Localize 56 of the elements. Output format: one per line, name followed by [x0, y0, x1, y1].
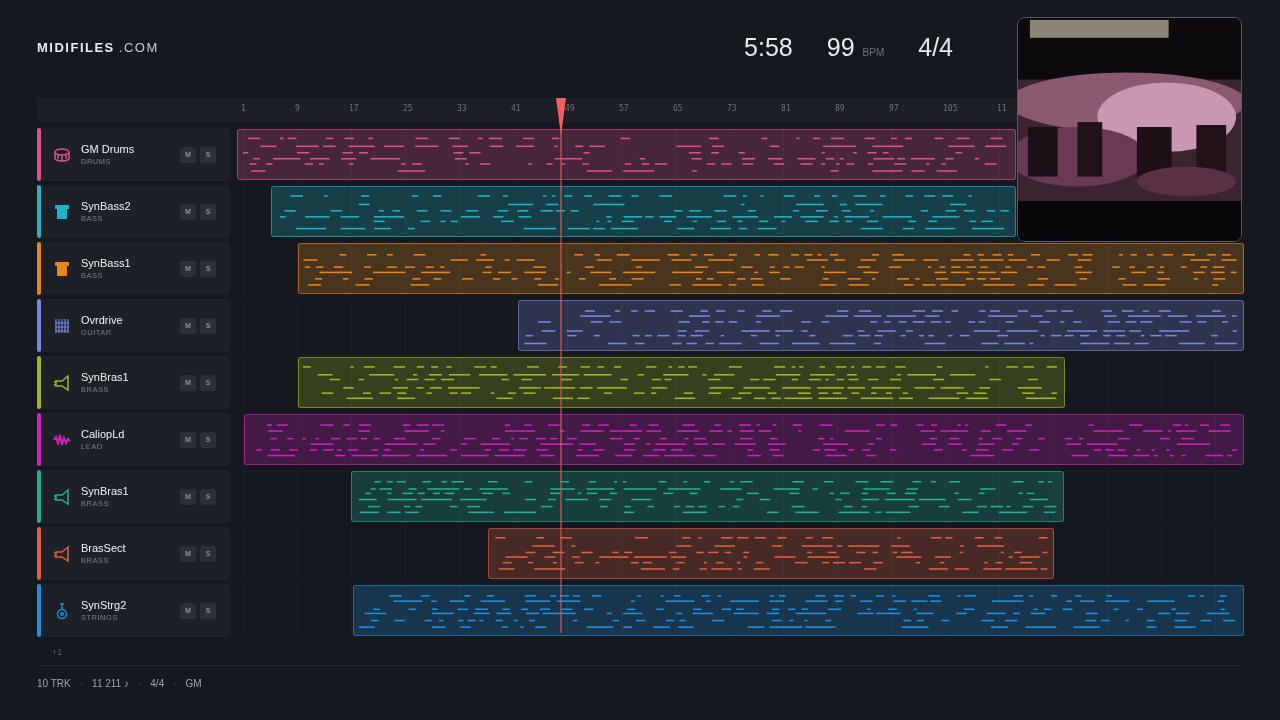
- track-name: Ovrdrive: [81, 314, 123, 326]
- track-name: SynBras1: [81, 485, 129, 497]
- horn-icon: [53, 544, 71, 563]
- bar-number: 57: [619, 104, 629, 113]
- bar-number: 97: [889, 104, 899, 113]
- track-name: SynStrg2: [81, 599, 127, 611]
- more-tracks-count[interactable]: +1: [52, 647, 1245, 661]
- bar-number: 9: [295, 104, 300, 113]
- status-item: 4/4: [150, 678, 165, 689]
- track-name: SynBass1: [81, 257, 131, 269]
- drum-icon: [53, 145, 71, 164]
- midi-clip[interactable]: [271, 186, 1017, 237]
- status-item: 11 211 ♪: [92, 678, 129, 689]
- site-logo[interactable]: MIDIFILES: [37, 40, 115, 55]
- tempo-value: 99: [826, 33, 855, 61]
- status-item: GM: [185, 678, 202, 689]
- grid-icon: [53, 316, 71, 335]
- midi-clip[interactable]: [298, 357, 1065, 408]
- bar-number: 1: [241, 104, 246, 113]
- bass-amp-icon: [53, 259, 71, 278]
- bar-number: 41: [511, 104, 521, 113]
- track-name: BrasSect: [81, 542, 126, 554]
- song-duration: 5:58: [744, 33, 793, 62]
- bar-number: 73: [727, 104, 737, 113]
- bar-number: 33: [457, 104, 467, 113]
- timeline-ruler[interactable]: 1 9 17 25 33 41 49 57 65 73 81 89 97 105 11: [37, 98, 1017, 122]
- track-name: SynBras1: [81, 371, 129, 383]
- site-domain: .COM: [118, 40, 159, 55]
- midi-clip[interactable]: [350, 471, 1064, 522]
- bass-amp-icon: [53, 202, 71, 221]
- bar-number: 17: [349, 104, 359, 113]
- track-name: GM Drums: [81, 143, 135, 155]
- midi-clip[interactable]: [244, 414, 1244, 465]
- bar-number: 49: [565, 104, 575, 113]
- separator-dot: ·: [79, 678, 84, 689]
- track-name: SynBass2: [81, 200, 131, 212]
- bar-number: 25: [403, 104, 413, 113]
- bar-number: 89: [835, 104, 845, 113]
- status-item: 10 TRK: [37, 678, 71, 689]
- midi-clip[interactable]: [298, 243, 1244, 294]
- midi-clip[interactable]: [237, 129, 1017, 180]
- bar-number: 65: [673, 104, 683, 113]
- time-signature: 4/4: [918, 33, 953, 62]
- bar-number: 105: [943, 104, 958, 113]
- horn-icon: [53, 487, 71, 506]
- tempo-unit: BPM: [862, 47, 885, 58]
- bar-number: 81: [781, 104, 791, 113]
- midi-clip[interactable]: [352, 585, 1244, 636]
- horn-icon: [53, 373, 71, 392]
- midi-clip[interactable]: [518, 300, 1244, 351]
- bar-number: 11: [997, 104, 1007, 113]
- separator-dot: ·: [173, 678, 177, 689]
- playhead[interactable]: [555, 98, 566, 633]
- separator-dot: ·: [137, 678, 142, 689]
- midi-clip[interactable]: [488, 528, 1055, 579]
- track-name: CaliopLd: [81, 428, 125, 440]
